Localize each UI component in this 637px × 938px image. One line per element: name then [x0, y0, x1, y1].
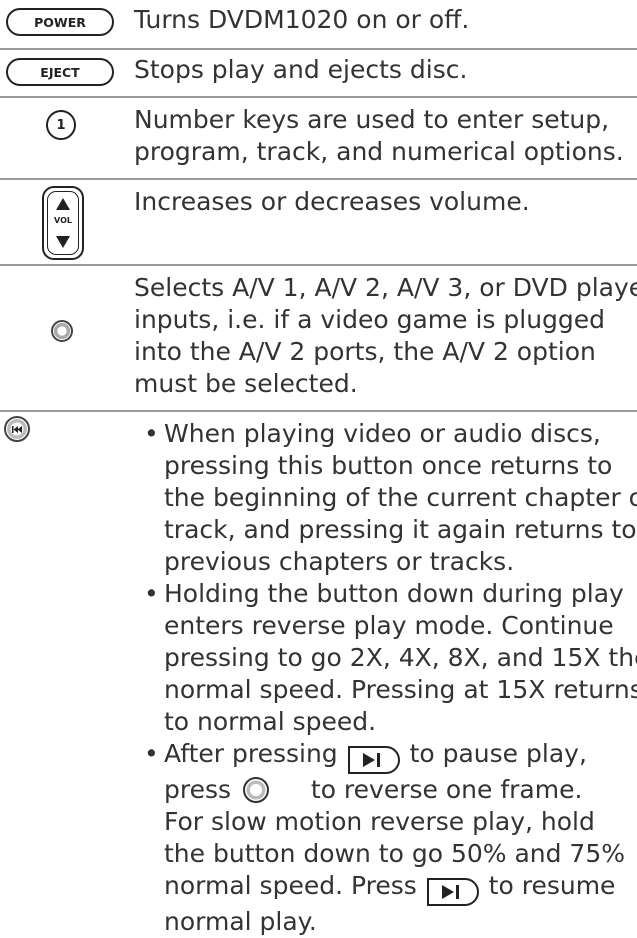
power-description: Turns DVDM1020 on or off. [134, 5, 470, 34]
bullet-line: press to reverse one frame. [164, 774, 637, 806]
bullet-line: pressing this button once returns to [164, 451, 613, 480]
number-1-button[interactable]: 1 [46, 110, 76, 140]
input-description-line: into the A/V 2 ports, the A/V 2 option [134, 337, 596, 366]
skip-back-glyph-icon [12, 425, 22, 433]
bullet-text: to reverse one frame. [310, 775, 583, 804]
number-1-label: 1 [56, 117, 66, 133]
power-button-label: POWER [34, 14, 86, 30]
input-description-line: Selects A/V 1, A/V 2, A/V 3, or DVD play… [134, 273, 637, 302]
reverse-description: When playing video or audio discs, press… [144, 418, 637, 938]
bullet-text: press [164, 775, 232, 804]
number-description-line: program, track, and numerical options. [134, 137, 624, 166]
bullet-line: normal speed. Pressing at 15X returns [164, 675, 637, 704]
bullet-line: Holding the button down during play [164, 579, 624, 608]
volume-row: VOL Increases or decreases volume. [0, 180, 637, 264]
reverse-bullet-2: Holding the button down during play ente… [144, 578, 637, 738]
reverse-bullet-list: When playing video or audio discs, press… [144, 418, 637, 938]
play-pause-button-inline [426, 878, 479, 906]
bullet-line: track, and pressing it again returns to [164, 515, 637, 544]
play-pause-icon [441, 885, 459, 899]
input-description: Selects A/V 1, A/V 2, A/V 3, or DVD play… [134, 272, 637, 400]
bullet-line: After pressing to pause play, [164, 738, 637, 774]
volume-label: VOL [54, 216, 72, 225]
reverse-bullet-3: After pressing to pause play, press to r… [144, 738, 637, 938]
play-pause-button-inline [347, 746, 400, 774]
input-row: Selects A/V 1, A/V 2, A/V 3, or DVD play… [0, 266, 637, 410]
bullet-line: normal speed. Press to resume [164, 870, 637, 906]
volume-description: Increases or decreases volume. [134, 187, 530, 216]
bullet-line: normal play. [164, 907, 317, 936]
play-pause-icon [362, 753, 380, 767]
number-description-line: Number keys are used to enter setup, [134, 105, 610, 134]
bullet-line: to normal speed. [164, 707, 377, 736]
bullet-text: to resume [488, 871, 616, 900]
bullet-text: After pressing [164, 739, 338, 768]
reverse-row: When playing video or audio discs, press… [0, 412, 637, 936]
power-row: POWER Turns DVDM1020 on or off. [0, 0, 637, 48]
bullet-line: For slow motion reverse play, hold [164, 807, 595, 836]
input-description-line: inputs, i.e. if a video game is plugged [134, 305, 606, 334]
eject-button-label: EJECT [40, 64, 80, 80]
bullet-line: pressing to go 2X, 4X, 8X, and 15X the [164, 643, 637, 672]
eject-description: Stops play and ejects disc. [134, 55, 468, 84]
skip-back-icon-inline [242, 777, 269, 803]
bullet-text: normal speed. Press [164, 871, 417, 900]
bullet-line: the beginning of the current chapter or [164, 483, 637, 512]
bullet-text: to pause play, [409, 739, 587, 768]
volume-down-arrow-icon [56, 236, 70, 248]
volume-rocker-button[interactable]: VOL [42, 186, 84, 260]
eject-row: EJECT Stops play and ejects disc. [0, 50, 637, 96]
bullet-line: enters reverse play mode. Continue [164, 611, 614, 640]
skip-back-icon[interactable] [4, 416, 30, 442]
number-description: Number keys are used to enter setup, pro… [134, 104, 637, 168]
bullet-line: previous chapters or tracks. [164, 547, 515, 576]
bullet-line: When playing video or audio discs, [164, 419, 601, 448]
input-select-icon[interactable] [51, 320, 73, 342]
eject-button[interactable]: EJECT [6, 58, 114, 86]
volume-up-arrow-icon [56, 198, 70, 210]
number-row: 1 Number keys are used to enter setup, p… [0, 98, 637, 178]
bullet-line: the button down to go 50% and 75% [164, 839, 625, 868]
input-description-line: must be selected. [134, 369, 358, 398]
power-button[interactable]: POWER [6, 8, 114, 36]
reverse-bullet-1: When playing video or audio discs, press… [144, 418, 637, 578]
